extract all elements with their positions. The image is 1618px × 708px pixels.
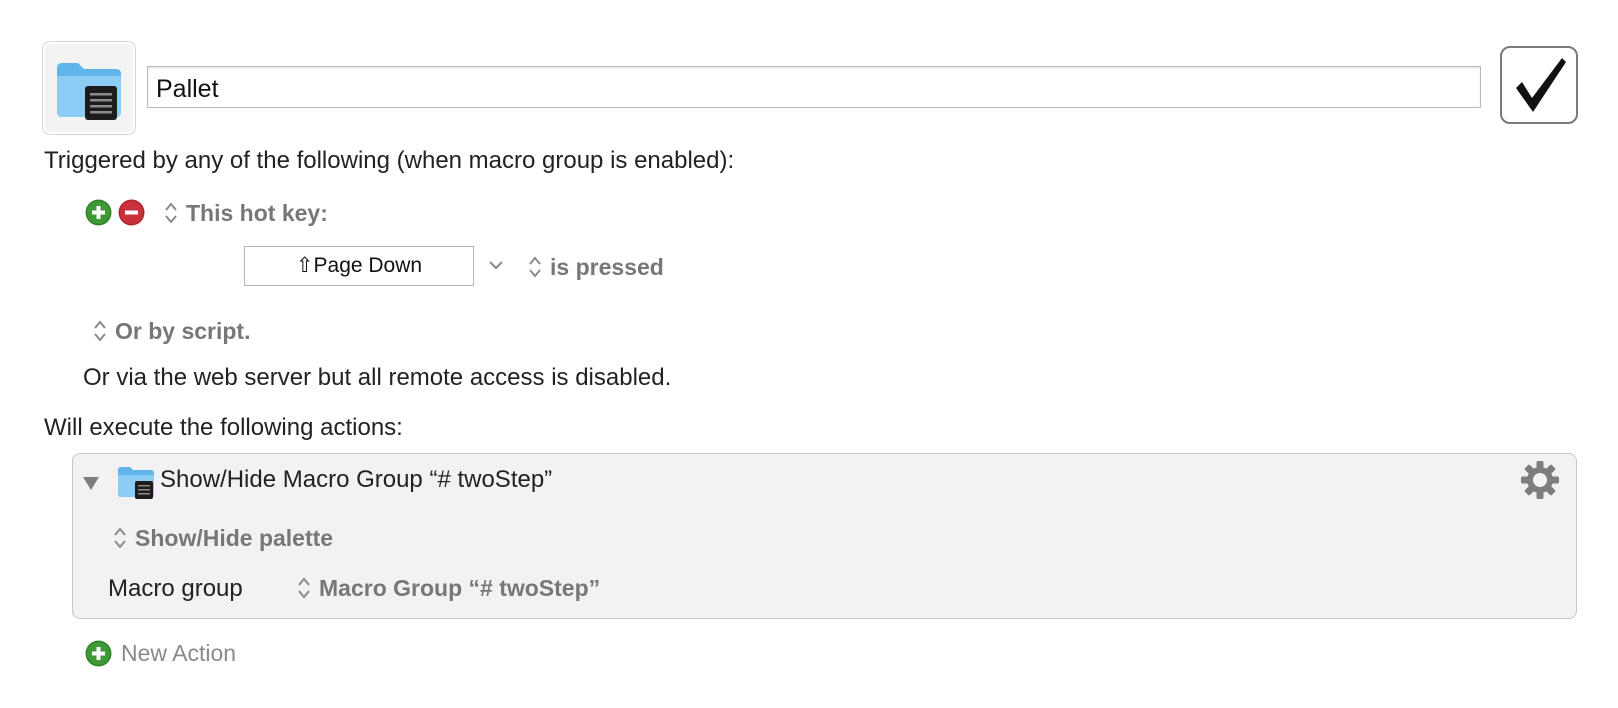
new-trigger-popup[interactable]: Or by script. [93, 316, 250, 346]
action-title[interactable]: Show/Hide Macro Group “# twoStep” [160, 466, 552, 494]
folder-palette-icon [57, 63, 121, 120]
remove-trigger-button[interactable] [118, 199, 145, 226]
action-mode-popup[interactable]: Show/Hide palette [113, 523, 333, 553]
macro-name-field[interactable]: Pallet [147, 66, 1481, 108]
trigger-type-label: This hot key: [186, 199, 328, 226]
plus-circle-icon [85, 199, 112, 226]
hotkey-condition-label: is pressed [550, 253, 664, 280]
macro-enabled-checkbox[interactable] [1500, 46, 1578, 124]
script-trigger-label: Or by script. [115, 317, 251, 344]
checkmark-icon [1516, 58, 1566, 112]
actions-heading: Will execute the following actions: [44, 414, 403, 441]
stepper-arrows-icon [529, 256, 541, 278]
gear-icon [1521, 461, 1559, 499]
add-trigger-button[interactable] [85, 199, 112, 226]
disclosure-triangle-icon [83, 477, 99, 490]
triggers-heading: Triggered by any of the following (when … [44, 147, 735, 174]
stepper-arrows-icon [298, 577, 310, 599]
stepper-arrows-icon [165, 202, 177, 224]
hotkey-field[interactable]: ⇧Page Down [244, 246, 474, 286]
web-server-note: Or via the web server but all remote acc… [83, 364, 672, 391]
trigger-type-popup[interactable]: This hot key: [164, 198, 328, 228]
macro-group-value: Macro Group “# twoStep” [319, 574, 601, 601]
macro-group-popup[interactable]: Macro Group “# twoStep” [297, 573, 600, 603]
minus-circle-icon [118, 199, 145, 226]
stepper-arrows-icon [114, 527, 126, 549]
action-gear-button[interactable] [1520, 460, 1560, 505]
macro-icon-well[interactable] [42, 41, 136, 135]
plus-circle-icon [85, 640, 112, 667]
macro-group-label: Macro group [108, 575, 243, 602]
chevron-down-icon [489, 261, 503, 270]
action-disclosure-toggle[interactable] [82, 475, 100, 496]
new-action-label: New Action [121, 640, 237, 666]
new-action-button[interactable]: New Action [85, 640, 236, 667]
hotkey-menu-button[interactable] [488, 258, 504, 276]
action-mode-label: Show/Hide palette [135, 524, 334, 551]
action-icon [117, 465, 155, 504]
stepper-arrows-icon [94, 320, 106, 342]
folder-palette-icon [118, 467, 154, 499]
hotkey-condition-popup[interactable]: is pressed [528, 252, 664, 282]
